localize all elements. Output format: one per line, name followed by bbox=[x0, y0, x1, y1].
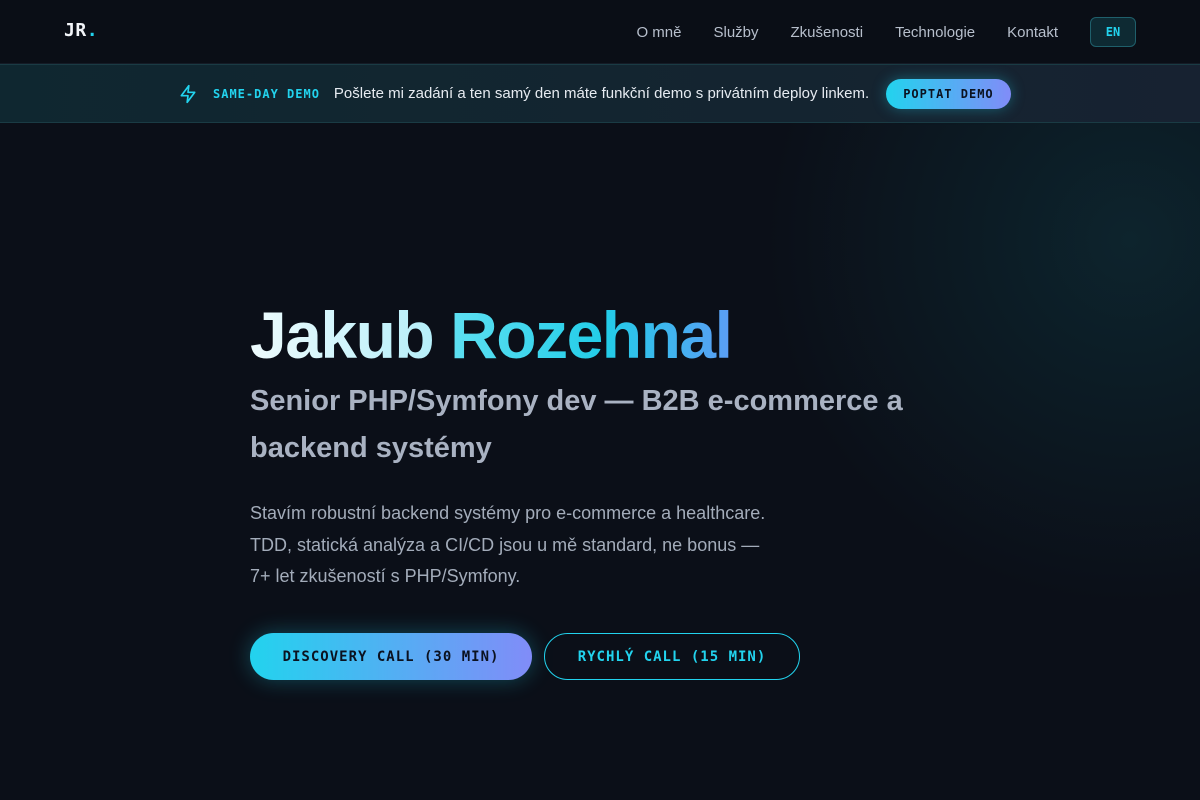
same-day-demo-banner: SAME-DAY DEMO Pošlete mi zadání a ten sa… bbox=[0, 64, 1200, 123]
hero-title-last-name: Rozehnal bbox=[450, 298, 733, 372]
top-navbar: JR. O mně Služby Zkušenosti Technologie … bbox=[0, 0, 1200, 64]
hero-description-line: TDD, statická analýza a CI/CD jsou u mě … bbox=[250, 534, 760, 555]
hero-subtitle: Senior PHP/Symfony dev — B2B e-commerce … bbox=[250, 385, 903, 464]
lightning-bolt-icon bbox=[178, 84, 198, 104]
hero-description: Stavím robustní backend systémy pro e-co… bbox=[250, 498, 850, 593]
request-demo-button[interactable]: POPTAT DEMO bbox=[886, 78, 1011, 109]
logo-text: JR bbox=[64, 20, 87, 41]
nav-link-sluzby[interactable]: Služby bbox=[713, 24, 758, 41]
banner-tag: SAME-DAY DEMO bbox=[213, 86, 320, 101]
hero-title-first-name: Jakub bbox=[250, 298, 435, 372]
banner-text: Pošlete mi zadání a ten samý den máte fu… bbox=[333, 85, 870, 102]
quick-call-button[interactable]: RYCHLÝ CALL (15 MIN) bbox=[544, 633, 800, 680]
nav-link-o-mne[interactable]: O mně bbox=[636, 24, 681, 41]
language-switch-button[interactable]: EN bbox=[1090, 17, 1136, 47]
hero-description-line: Stavím robustní backend systémy pro e-co… bbox=[250, 503, 766, 523]
nav-links: O mně Služby Zkušenosti Technologie Kont… bbox=[636, 17, 1136, 47]
nav-link-technologie[interactable]: Technologie bbox=[895, 24, 975, 41]
hero-description-line: 7+ let zkušeností s PHP/Symfony. bbox=[250, 566, 521, 586]
site-logo[interactable]: JR. bbox=[64, 20, 98, 41]
hero-cta-row: DISCOVERY CALL (30 MIN) RYCHLÝ CALL (15 … bbox=[250, 633, 800, 680]
banner-content: SAME-DAY DEMO Pošlete mi zadání a ten sa… bbox=[178, 65, 1011, 122]
nav-link-zkusenosti[interactable]: Zkušenosti bbox=[791, 24, 864, 41]
hero-title: Jakub Rozehnal bbox=[250, 296, 733, 374]
logo-dot: . bbox=[86, 20, 99, 41]
nav-link-kontakt[interactable]: Kontakt bbox=[1007, 24, 1058, 41]
discovery-call-button[interactable]: DISCOVERY CALL (30 MIN) bbox=[250, 633, 532, 680]
